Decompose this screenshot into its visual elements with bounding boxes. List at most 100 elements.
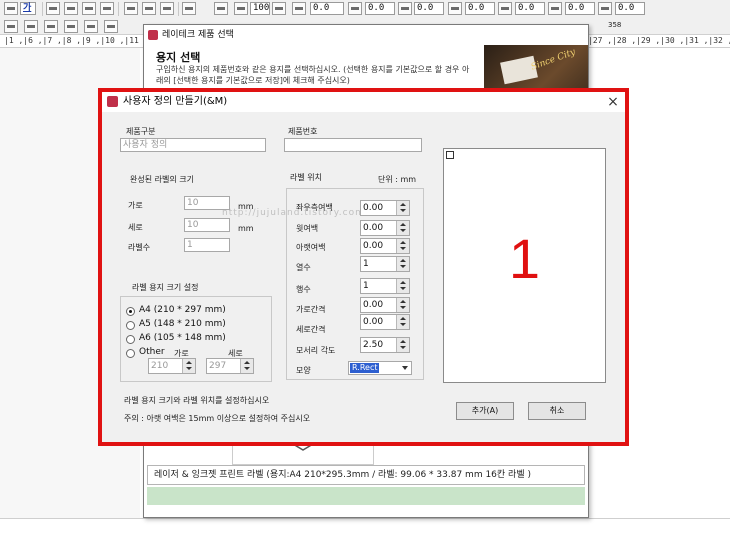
group-icon[interactable] [104, 20, 118, 33]
bottom-margin-value: 0.00 [363, 241, 384, 251]
corner-angle-spinner[interactable]: 2.50 [360, 337, 410, 353]
dialog-title: 사용자 정의 만들기(&M) [123, 96, 228, 107]
shape-label: 모양 [296, 366, 311, 375]
spinner-arrows-icon[interactable] [396, 338, 409, 352]
corner-angle-value: 2.50 [363, 340, 384, 350]
label-height-field[interactable]: 10 [184, 218, 230, 232]
paper-a4-label: A4 (210 * 297 mm) [139, 305, 226, 315]
spinner-arrows-icon[interactable] [396, 315, 409, 329]
line-spacing-icon[interactable] [182, 2, 196, 15]
spacing-input[interactable]: 0.0 [615, 2, 645, 15]
bottom-margin-label: 아랫여백 [296, 243, 326, 252]
selected-product-info: 레이저 & 잉크젯 프린트 라벨 (용지:A4 210*295.3mm / 라벨… [147, 465, 585, 485]
shape-select[interactable]: R.Rect [348, 361, 412, 375]
spinner-arrows-icon[interactable] [396, 257, 409, 271]
spinner-arrows-icon[interactable] [396, 221, 409, 235]
zoom-icon[interactable] [234, 2, 248, 15]
border-icon[interactable] [64, 20, 78, 33]
font-color-button[interactable]: 가 [20, 2, 36, 15]
fill-color-icon[interactable] [4, 20, 18, 33]
preview-label-number: 1 [508, 227, 541, 290]
side-margin-value: 0.00 [363, 203, 384, 213]
status-divider [0, 518, 730, 519]
bottom-margin-spinner[interactable]: 0.00 [360, 238, 410, 254]
chevron-down-icon[interactable] [399, 362, 411, 374]
width-icon[interactable] [398, 2, 412, 15]
horizontal-gap-spinner[interactable]: 0.00 [360, 297, 410, 313]
vertical-gap-spinner[interactable]: 0.00 [360, 314, 410, 330]
spinner-arrows-icon[interactable] [396, 298, 409, 312]
align-center-icon[interactable] [64, 2, 78, 15]
width-input[interactable]: 0.0 [414, 2, 444, 15]
other-height-value: 297 [209, 361, 227, 371]
rows-spinner[interactable]: 1 [360, 278, 410, 294]
align-right-icon[interactable] [82, 2, 96, 15]
table-icon[interactable] [84, 20, 98, 33]
y-position-icon[interactable] [348, 2, 362, 15]
align-left-icon[interactable] [46, 2, 60, 15]
vertical-gap-value: 0.00 [363, 317, 384, 327]
toolbar-separator [42, 2, 43, 16]
height-icon[interactable] [448, 2, 462, 15]
dialog-titlebar: 사용자 정의 만들기(&M) × [102, 92, 625, 112]
other-width-spinner[interactable]: 210 [148, 358, 196, 374]
y-position-input[interactable]: 0.0 [365, 2, 395, 15]
status-bar [147, 487, 585, 505]
paper-a4-radio[interactable] [126, 307, 135, 316]
page-counter: 358 [608, 21, 622, 29]
other-width-value: 210 [151, 361, 169, 371]
paper-a5-radio[interactable] [126, 321, 135, 330]
height-label: 세로 [128, 223, 143, 232]
paper-size-heading: 라벨 용지 크기 설정 [132, 283, 199, 292]
label-width-field[interactable]: 10 [184, 196, 230, 210]
app-logo-icon [107, 96, 118, 107]
side-margin-label: 좌우측여백 [296, 203, 333, 212]
spinner-arrows-icon[interactable] [396, 279, 409, 293]
label-preview: 1 [443, 148, 606, 383]
label-position-heading: 라벨 위치 [290, 173, 322, 182]
other-height-spinner[interactable]: 297 [206, 358, 254, 374]
side-margin-spinner[interactable]: 0.00 [360, 200, 410, 216]
zoom-input[interactable]: 100 [250, 2, 270, 15]
align-justify-icon[interactable] [100, 2, 114, 15]
paragraph-icon[interactable] [4, 2, 18, 15]
add-button[interactable]: 추가(A) [456, 402, 514, 420]
label-count-field[interactable]: 1 [184, 238, 230, 252]
spinner-arrows-icon[interactable] [182, 359, 195, 373]
product-number-field[interactable] [284, 138, 422, 152]
spacing-icon[interactable] [598, 2, 612, 15]
width-unit: mm [238, 202, 254, 211]
rotation-input[interactable]: 0.0 [515, 2, 545, 15]
horizontal-gap-label: 가로간격 [296, 305, 326, 314]
line-style-icon[interactable] [44, 20, 58, 33]
paper-select-heading: 용지 선택 [156, 51, 201, 64]
grid-icon[interactable] [214, 2, 228, 15]
rows-label: 행수 [296, 285, 311, 294]
lock-icon[interactable] [272, 2, 286, 15]
preview-corner-marker [446, 151, 454, 159]
paper-a6-radio[interactable] [126, 335, 135, 344]
product-type-field[interactable]: 사용자 정의 [120, 138, 266, 152]
valign-bottom-icon[interactable] [160, 2, 174, 15]
rotation-icon[interactable] [498, 2, 512, 15]
valign-top-icon[interactable] [124, 2, 138, 15]
margin-input[interactable]: 0.0 [565, 2, 595, 15]
paper-other-radio[interactable] [126, 349, 135, 358]
x-position-icon[interactable] [292, 2, 306, 15]
paper-a6-label: A6 (105 * 148 mm) [139, 333, 226, 343]
cancel-button[interactable]: 취소 [528, 402, 586, 420]
height-input[interactable]: 0.0 [465, 2, 495, 15]
line-color-icon[interactable] [24, 20, 38, 33]
close-icon[interactable]: × [605, 94, 621, 110]
unit-label: 단위 : mm [378, 175, 417, 184]
spinner-arrows-icon[interactable] [396, 201, 409, 215]
margin-icon[interactable] [548, 2, 562, 15]
valign-middle-icon[interactable] [142, 2, 156, 15]
columns-value: 1 [363, 259, 369, 269]
top-margin-spinner[interactable]: 0.00 [360, 220, 410, 236]
columns-spinner[interactable]: 1 [360, 256, 410, 272]
spinner-arrows-icon[interactable] [396, 239, 409, 253]
x-position-input[interactable]: 0.0 [310, 2, 344, 15]
product-select-title: 레이테크 제품 선택 [162, 30, 234, 40]
spinner-arrows-icon[interactable] [240, 359, 253, 373]
